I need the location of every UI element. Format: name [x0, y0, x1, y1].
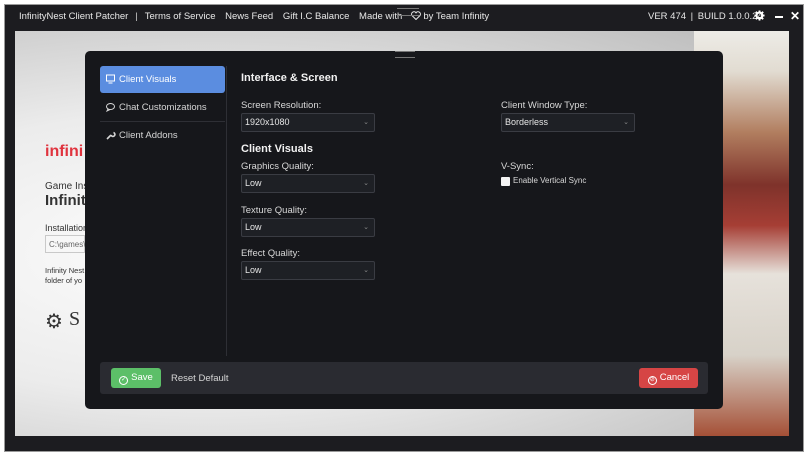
window-type-value: Borderless	[505, 117, 549, 127]
resolution-value: 1920x1080	[245, 117, 290, 127]
save-button[interactable]: ✓ Save	[111, 368, 161, 388]
graphics-quality-label: Graphics Quality:	[241, 161, 314, 172]
sidebar-item-client-addons[interactable]: Client Addons	[100, 122, 225, 149]
settings-gear-icon: ⚙	[45, 311, 63, 333]
reset-default-button[interactable]: Reset Default	[171, 373, 229, 384]
chevron-down-icon: ⌄	[363, 180, 369, 187]
app-title: InfinityNest Client Patcher	[19, 11, 129, 22]
resolution-label: Screen Resolution:	[241, 100, 322, 111]
minimize-icon[interactable]	[773, 10, 785, 22]
wrench-icon	[106, 122, 116, 149]
brand-logo-partial: infini	[45, 143, 84, 160]
sidebar-item-chat-customizations[interactable]: Chat Customizations	[100, 94, 225, 122]
version-info: VER 474 | BUILD 1.0.0.24	[648, 11, 763, 22]
version-label: VER 474	[648, 11, 687, 22]
sidebar-item-label: Client Visuals	[119, 74, 177, 85]
chat-bubble-icon	[105, 94, 116, 121]
check-circle-icon: ✓	[119, 376, 129, 385]
close-icon[interactable]: ✕	[789, 10, 801, 22]
settings-sidebar: Client Visuals Chat Customizations Clien…	[100, 66, 227, 356]
sidebar-item-client-visuals[interactable]: Client Visuals	[100, 66, 225, 93]
sidebar-item-label: Client Addons	[119, 130, 178, 141]
install-desc-line2: folder of yo	[45, 276, 83, 285]
window-type-label: Client Window Type:	[501, 100, 588, 111]
drag-grip-icon[interactable]	[397, 8, 419, 16]
chevron-down-icon: ⌄	[623, 119, 629, 126]
vsync-label: V-Sync:	[501, 161, 534, 172]
cancel-label: Cancel	[659, 372, 690, 383]
installation-label: Installation	[45, 223, 89, 233]
save-label: Save	[131, 372, 153, 383]
install-path-field[interactable]: C:\games\	[45, 235, 85, 253]
resolution-select[interactable]: 1920x1080 ⌄	[241, 113, 375, 132]
graphics-quality-select[interactable]: Low ⌄	[241, 174, 375, 193]
settings-label-partial: S	[69, 308, 81, 330]
texture-quality-select[interactable]: Low ⌄	[241, 218, 375, 237]
monitor-icon	[106, 66, 116, 93]
chevron-down-icon: ⌄	[363, 119, 369, 126]
chevron-down-icon: ⌄	[363, 267, 369, 274]
texture-quality-value: Low	[245, 222, 262, 232]
gift-balance-link[interactable]: Gift I.C Balance	[283, 11, 350, 22]
install-desc-line1: Infinity Nest	[45, 266, 85, 275]
title-bar: InfinityNest Client Patcher | Terms of Ser…	[5, 5, 803, 27]
graphics-quality-value: Low	[245, 178, 262, 188]
nav-separator: |	[135, 11, 138, 22]
effect-quality-label: Effect Quality:	[241, 248, 300, 259]
made-with-label: Made with by Team Infinity	[359, 11, 490, 22]
game-install-label: Game Ins	[45, 181, 89, 192]
effect-quality-value: Low	[245, 265, 262, 275]
terms-link[interactable]: Terms of Service	[145, 11, 216, 22]
sidebar-item-label: Chat Customizations	[119, 102, 207, 113]
top-nav: InfinityNest Client Patcher | Terms of Ser…	[19, 11, 503, 22]
section-title-client-visuals: Client Visuals	[241, 143, 313, 155]
cancel-button[interactable]: ⊘ Cancel	[639, 368, 698, 388]
infinity-title-partial: Infinit	[45, 192, 86, 209]
chevron-down-icon: ⌄	[363, 224, 369, 231]
vsync-checkbox-label: Enable Vertical Sync	[513, 176, 587, 185]
section-title-interface: Interface & Screen	[241, 72, 338, 84]
effect-quality-select[interactable]: Low ⌄	[241, 261, 375, 280]
window-type-select[interactable]: Borderless ⌄	[501, 113, 635, 132]
modal-drag-handle-icon[interactable]	[395, 51, 415, 58]
news-feed-link[interactable]: News Feed	[225, 11, 273, 22]
cancel-circle-icon: ⊘	[647, 376, 657, 385]
texture-quality-label: Texture Quality:	[241, 205, 307, 216]
gear-icon[interactable]	[753, 10, 765, 22]
vsync-checkbox[interactable]	[501, 177, 510, 186]
